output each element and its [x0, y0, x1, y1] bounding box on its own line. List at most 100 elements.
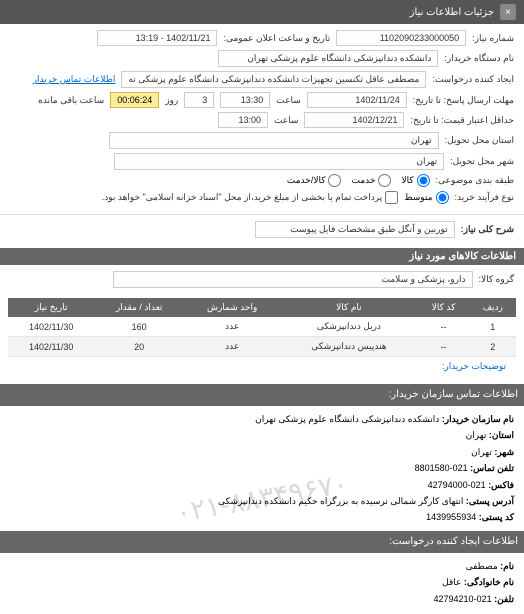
- table-cell: هندپیس دندانپزشکی: [280, 337, 417, 357]
- province-value: تهران: [109, 132, 439, 149]
- bi-city: تهران: [471, 447, 492, 457]
- bi-addr-label: آدرس پستی:: [466, 496, 514, 506]
- th-date: تاریخ نیاز: [8, 298, 94, 317]
- desc-value: توربین و آنگل طبق مشخصات فایل پیوست: [255, 221, 455, 238]
- remain-label: ساعت باقی مانده: [38, 95, 104, 106]
- bi-city-label: شهر:: [494, 447, 514, 457]
- creator-info-title: اطلاعات ایجاد کننده درخواست:: [0, 531, 524, 553]
- group-label: گروه کالا:: [479, 274, 514, 285]
- window-title: جزئیات اطلاعات نیاز: [410, 7, 494, 18]
- group-value: دارو، پزشکی و سلامت: [113, 271, 473, 288]
- creator-label: ایجاد کننده درخواست:: [432, 74, 514, 85]
- valid-time: 13:00: [218, 112, 268, 128]
- category-label: طبقه بندی موضوعی:: [436, 175, 514, 186]
- deadline-date: 1402/11/24: [307, 92, 407, 108]
- announce-label: تاریخ و ساعت اعلان عمومی:: [223, 33, 330, 44]
- radio-kala-input[interactable]: [417, 174, 430, 187]
- bi-org: دانشکده دندانپزشکی دانشگاه علوم پزشکی ته…: [255, 414, 439, 424]
- category-radios: کالا خدمت کالا/خدمت: [287, 174, 430, 187]
- bi-postal: 1439955934: [426, 512, 476, 522]
- goods-section-title: اطلاعات کالاهای مورد نیاز: [0, 248, 524, 265]
- table-row: 2--هندپیس دندانپزشکیعدد201402/11/30: [8, 337, 516, 357]
- bi-phone-label: تلفن تماس:: [470, 463, 514, 473]
- th-unit: واحد شمارش: [184, 298, 280, 317]
- goods-table-wrap: ردیف کد کالا نام کالا واحد شمارش تعداد /…: [0, 298, 524, 384]
- radio-both[interactable]: کالا/خدمت: [287, 174, 342, 187]
- buyer-info-title: اطلاعات تماس سازمان خریدار:: [0, 384, 524, 406]
- org-label: نام دستگاه خریدار:: [444, 53, 514, 64]
- desc-label: شرح کلی نیاز:: [461, 224, 514, 235]
- radio-both-label: کالا/خدمت: [287, 175, 326, 186]
- need-number-label: شماره نیاز:: [472, 33, 514, 44]
- goods-table: ردیف کد کالا نام کالا واحد شمارش تعداد /…: [8, 298, 516, 357]
- table-cell: 1: [470, 317, 516, 337]
- th-qty: تعداد / مقدار: [94, 298, 184, 317]
- checkbox-treasury[interactable]: [385, 191, 398, 204]
- bi-addr: انتهای کارگر شمالی نرسیده به بزرگراه حکی…: [218, 496, 463, 506]
- table-cell: 20: [94, 337, 184, 357]
- radio-khedmat-input[interactable]: [378, 174, 391, 187]
- th-row: ردیف: [470, 298, 516, 317]
- table-row: 1--دریل دندانپزشکیعدد1601402/11/30: [8, 317, 516, 337]
- th-code: کد کالا: [417, 298, 469, 317]
- need-number-value: 1102090233000050: [336, 30, 466, 46]
- buyer-notes-link[interactable]: توضیحات خریدار:: [8, 357, 516, 376]
- ci-name-label: نام:: [500, 561, 514, 571]
- ci-name: مصطفی: [466, 561, 498, 571]
- radio-khedmat-label: خدمت: [351, 175, 375, 186]
- radio-kala-label: کالا: [401, 175, 413, 186]
- window-header: × جزئیات اطلاعات نیاز: [0, 0, 524, 24]
- remain-time: 00:06:24: [110, 92, 159, 108]
- table-cell: عدد: [184, 337, 280, 357]
- time-label-2: ساعت: [274, 115, 299, 126]
- checkbox-note-wrap[interactable]: پرداخت تمام یا بخشی از مبلغ خرید،از محل …: [102, 191, 398, 204]
- ci-family: عاقل: [442, 577, 461, 587]
- table-cell: 1402/11/30: [8, 317, 94, 337]
- goods-table-header-row: ردیف کد کالا نام کالا واحد شمارش تعداد /…: [8, 298, 516, 317]
- table-cell: 1402/11/30: [8, 337, 94, 357]
- org-value: دانشکده دندانپزشکی دانشگاه علوم پزشکی ته…: [218, 50, 438, 67]
- radio-mid[interactable]: متوسط: [404, 191, 448, 204]
- close-button[interactable]: ×: [500, 4, 516, 20]
- bi-postal-label: کد پستی:: [479, 512, 514, 522]
- table-cell: عدد: [184, 317, 280, 337]
- bi-fax-label: فاکس:: [488, 480, 514, 490]
- ci-phone-label: تلفن:: [494, 594, 514, 604]
- table-cell: 2: [470, 337, 516, 357]
- days-label: روز: [165, 95, 178, 106]
- process-label: نوع فرآیند خرید:: [455, 192, 515, 203]
- table-cell: --: [417, 317, 469, 337]
- bi-province: تهران: [466, 430, 487, 440]
- days-value: 3: [184, 92, 214, 108]
- radio-both-input[interactable]: [328, 174, 341, 187]
- city-value: تهران: [114, 153, 444, 170]
- checkbox-note-text: پرداخت تمام یا بخشی از مبلغ خرید،از محل …: [102, 192, 382, 203]
- province-label: استان محل تحویل:: [445, 135, 514, 146]
- radio-mid-label: متوسط: [404, 192, 432, 203]
- need-details: شماره نیاز: 1102090233000050 تاریخ و ساع…: [0, 24, 524, 215]
- buyer-info-block: اطلاعات تماس سازمان خریدار: نام سازمان خ…: [0, 384, 524, 614]
- th-name: نام کالا: [280, 298, 417, 317]
- table-cell: 160: [94, 317, 184, 337]
- table-cell: --: [417, 337, 469, 357]
- contact-link[interactable]: اطلاعات تماس خریدار: [33, 74, 116, 85]
- ci-family-label: نام خانوادگی:: [464, 577, 514, 587]
- goods-group-row: گروه کالا: دارو، پزشکی و سلامت: [0, 265, 524, 298]
- deadline-label: مهلت ارسال پاسخ: تا تاریخ:: [413, 95, 514, 106]
- radio-mid-input[interactable]: [436, 191, 449, 204]
- valid-label: حداقل اعتبار قیمت: تا تاریخ:: [410, 115, 514, 126]
- ci-phone: 021-42794210: [434, 594, 492, 604]
- bi-fax: 021-42794000: [428, 480, 486, 490]
- desc-section: شرح کلی نیاز: توربین و آنگل طبق مشخصات ف…: [0, 215, 524, 248]
- creator-value: مصطفی عاقل تکنسین تجهیزات دانشکده دندانپ…: [121, 71, 426, 88]
- announce-value: 1402/11/21 - 13:19: [97, 30, 217, 46]
- time-label-1: ساعت: [276, 95, 301, 106]
- bi-province-label: استان:: [489, 430, 514, 440]
- radio-kala[interactable]: کالا: [401, 174, 429, 187]
- deadline-time: 13:30: [220, 92, 270, 108]
- table-cell: دریل دندانپزشکی: [280, 317, 417, 337]
- radio-khedmat[interactable]: خدمت: [351, 174, 391, 187]
- valid-date: 1402/12/21: [304, 112, 404, 128]
- city-label: شهر محل تحویل:: [450, 156, 514, 167]
- bi-phone: 021-8801580: [415, 463, 468, 473]
